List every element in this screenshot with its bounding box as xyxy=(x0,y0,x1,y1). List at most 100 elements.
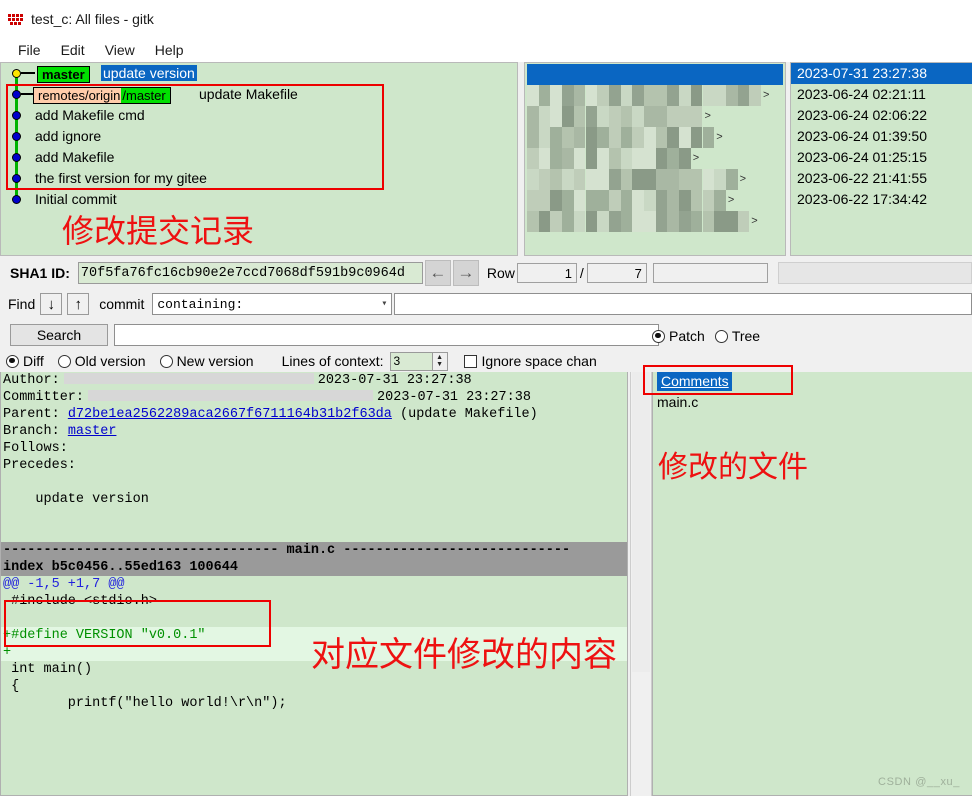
commit-row[interactable]: remotes/origin/master update Makefile xyxy=(1,84,517,105)
file-list-pane[interactable]: Comments main.c xyxy=(652,372,972,796)
radio-diff-label: Diff xyxy=(23,353,44,369)
commit-row[interactable]: master update version xyxy=(1,63,517,84)
author-label: Author: xyxy=(3,373,60,388)
parent-sha-link[interactable]: d72be1ea2562289aca2667f6711164b31b2f63da xyxy=(68,407,392,422)
commit-node-head xyxy=(12,69,21,78)
title-bar: test_c: All files - gitk xyxy=(0,0,972,38)
stepper-arrows-icon[interactable]: ▲ ▼ xyxy=(431,352,447,370)
search-button[interactable]: Search xyxy=(10,324,108,346)
redacted-pixel xyxy=(597,190,609,211)
redacted-pixel xyxy=(538,211,551,232)
scrollbar-thumb[interactable] xyxy=(632,372,650,672)
find-scope-label: commit xyxy=(99,296,145,312)
redacted-pixel xyxy=(597,169,609,190)
redacted-pixel xyxy=(690,190,703,211)
commit-date: 2023-06-24 01:25:15 xyxy=(797,149,927,165)
find-mode-select[interactable]: containing: ▾ xyxy=(152,293,393,315)
redacted-pixel xyxy=(585,85,598,106)
window-title: test_c: All files - gitk xyxy=(31,11,154,27)
ref-tag-remote-master[interactable]: remotes/origin/master xyxy=(33,86,171,104)
redacted-pixel xyxy=(550,127,563,148)
sha1-input[interactable]: 70f5fa76fc16cb90e2e7ccd7068df591b9c0964d xyxy=(77,262,423,284)
redacted-pixel xyxy=(562,127,574,148)
row-current-input[interactable]: 1 xyxy=(516,263,577,283)
menu-file[interactable]: File xyxy=(8,42,51,58)
ref-remote-branch: /master xyxy=(121,87,170,103)
branch-link[interactable]: master xyxy=(68,424,117,439)
redacted-pixel xyxy=(690,127,703,148)
file-list-item-main-c[interactable]: main.c xyxy=(653,392,972,412)
radio-dot-icon xyxy=(159,354,173,368)
redacted-pixel xyxy=(562,106,574,127)
menu-view[interactable]: View xyxy=(95,42,145,58)
redacted-pixel xyxy=(527,169,539,190)
file-list-item-comments[interactable]: Comments xyxy=(657,372,732,391)
redacted-caret: > xyxy=(716,131,723,143)
redacted-pixel xyxy=(644,85,656,106)
redacted-pixel xyxy=(655,190,668,211)
date-pane[interactable]: 2023-07-31 23:27:38 2023-06-24 02:21:11 … xyxy=(790,62,972,256)
find-input[interactable] xyxy=(394,293,972,315)
redacted-pixel xyxy=(667,85,680,106)
redacted-pixel xyxy=(714,85,726,106)
radio-patch-label: Patch xyxy=(669,328,705,344)
gitk-app-icon xyxy=(8,13,23,25)
row-extra-input[interactable] xyxy=(652,263,768,283)
diff-view[interactable]: Author: 2023-07-31 23:27:38 Committer: 202… xyxy=(0,372,628,796)
redacted-pixel xyxy=(550,169,563,190)
commit-row[interactable]: add Makefile xyxy=(1,147,517,168)
redacted-pixel xyxy=(562,85,574,106)
author-redacted-selected xyxy=(527,64,783,85)
radio-patch[interactable]: Patch xyxy=(652,328,705,344)
commit-row[interactable]: add Makefile cmd xyxy=(1,105,517,126)
menu-help[interactable]: Help xyxy=(145,42,194,58)
committer-label: Committer: xyxy=(3,390,85,405)
back-arrow-button[interactable]: ← xyxy=(424,260,451,286)
redacted-pixel xyxy=(573,169,586,190)
find-down-button[interactable]: ↓ xyxy=(40,293,63,315)
precedes-line: Precedes: xyxy=(3,458,76,473)
redacted-pixel xyxy=(632,169,644,190)
lines-of-context-stepper[interactable]: 3 ▲ ▼ xyxy=(389,351,448,371)
redacted-pixel xyxy=(655,127,668,148)
radio-diff[interactable]: Diff xyxy=(6,353,44,369)
redacted-pixel xyxy=(562,148,574,169)
diff-index-line: index b5c0456..55ed163 100644 xyxy=(1,559,627,576)
radio-new-version[interactable]: New version xyxy=(159,353,254,369)
redacted-pixel xyxy=(714,211,726,232)
redacted-pixel xyxy=(655,148,668,169)
stepper-up-icon[interactable]: ▲ xyxy=(436,354,443,361)
redacted-pixel xyxy=(562,211,574,232)
redacted-pixel xyxy=(585,190,598,211)
author-pane[interactable]: > > > > > > > xyxy=(524,62,786,256)
ignore-space-checkbox[interactable]: Ignore space chan xyxy=(463,353,597,369)
commit-row[interactable]: add ignore xyxy=(1,126,517,147)
commit-date: 2023-06-24 01:39:50 xyxy=(797,128,927,144)
redacted-pixel xyxy=(632,85,644,106)
redacted-pixel xyxy=(702,211,715,232)
committer-value-redacted xyxy=(88,390,374,401)
radio-old-version[interactable]: Old version xyxy=(57,353,146,369)
redacted-pixel xyxy=(737,211,750,232)
stepper-down-icon[interactable]: ▼ xyxy=(436,361,443,368)
search-input[interactable] xyxy=(114,324,659,346)
redacted-pixel xyxy=(538,169,551,190)
redacted-pixel xyxy=(679,148,691,169)
radio-tree[interactable]: Tree xyxy=(714,328,760,344)
redacted-pixel xyxy=(573,127,586,148)
redacted-pixel xyxy=(749,85,761,106)
diff-vertical-scrollbar[interactable] xyxy=(630,372,652,796)
commit-message: update version xyxy=(3,492,149,507)
redacted-pixel xyxy=(667,211,680,232)
redacted-pixel xyxy=(585,211,598,232)
redacted-pixel xyxy=(620,127,633,148)
ref-tag-master[interactable]: master xyxy=(37,65,90,83)
find-up-button[interactable]: ↑ xyxy=(67,293,90,315)
redacted-caret: > xyxy=(751,215,758,227)
commit-row[interactable]: the first version for my gitee xyxy=(1,168,517,189)
commit-subject: add ignore xyxy=(35,128,102,144)
forward-arrow-button[interactable]: → xyxy=(452,260,479,286)
redacted-pixel xyxy=(585,106,598,127)
menu-edit[interactable]: Edit xyxy=(51,42,95,58)
